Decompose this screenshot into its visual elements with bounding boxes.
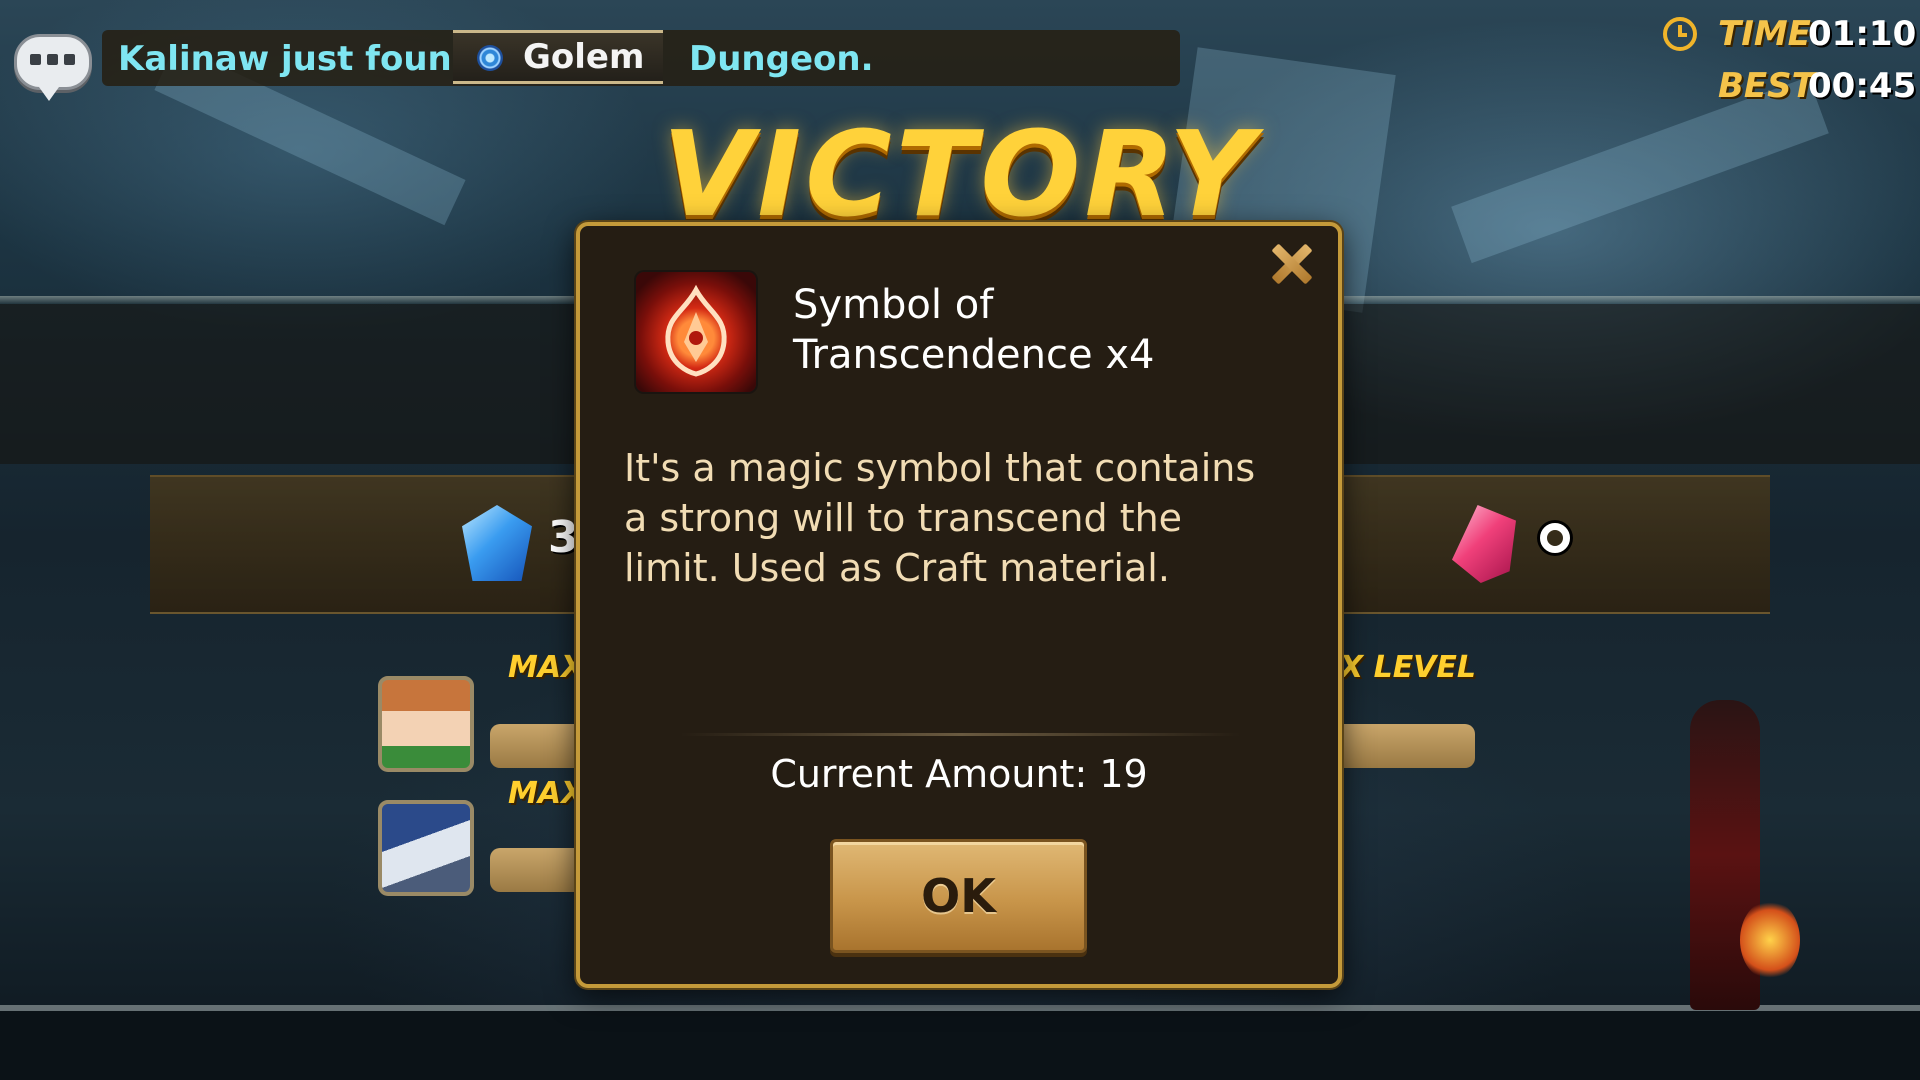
item-name: Symbol of Transcendence x4	[793, 282, 1155, 378]
crystal-count: 3	[548, 512, 579, 563]
exp-bar	[1330, 724, 1475, 768]
ok-button[interactable]: OK	[830, 839, 1087, 953]
max-level-label: MAX	[508, 776, 578, 811]
close-x-icon[interactable]	[1268, 240, 1316, 288]
time-label: TIME	[1718, 14, 1811, 54]
floor	[0, 1011, 1920, 1080]
alarm-clock-icon	[1663, 17, 1697, 51]
exp-bar	[490, 724, 590, 768]
current-amount: Current Amount: 19	[770, 752, 1148, 796]
notice-prefix: Kalinaw just found	[118, 39, 477, 79]
dungeon-chip[interactable]: Golem	[453, 30, 663, 84]
max-level-label: MAX	[508, 650, 578, 685]
divider	[680, 733, 1240, 736]
pink-crystal-count-icon	[1540, 523, 1570, 553]
monster-portrait[interactable]	[378, 676, 474, 772]
golem-swirl-icon	[477, 45, 503, 71]
max-level-label: X LEVEL	[1340, 650, 1477, 685]
symbol-of-transcendence-icon	[636, 272, 756, 392]
best-value: 00:45	[1808, 66, 1917, 106]
monster-portrait[interactable]	[378, 800, 474, 896]
dungeon-name: Golem	[523, 37, 645, 77]
time-value: 01:10	[1808, 14, 1917, 54]
exp-bar	[490, 848, 590, 892]
item-description: It's a magic symbol that contains a stro…	[624, 446, 1256, 590]
chat-bubble-icon[interactable]	[14, 34, 92, 101]
notice-suffix: Dungeon.	[689, 39, 874, 79]
fire-glow	[1740, 900, 1800, 980]
best-label: BEST	[1718, 66, 1815, 106]
